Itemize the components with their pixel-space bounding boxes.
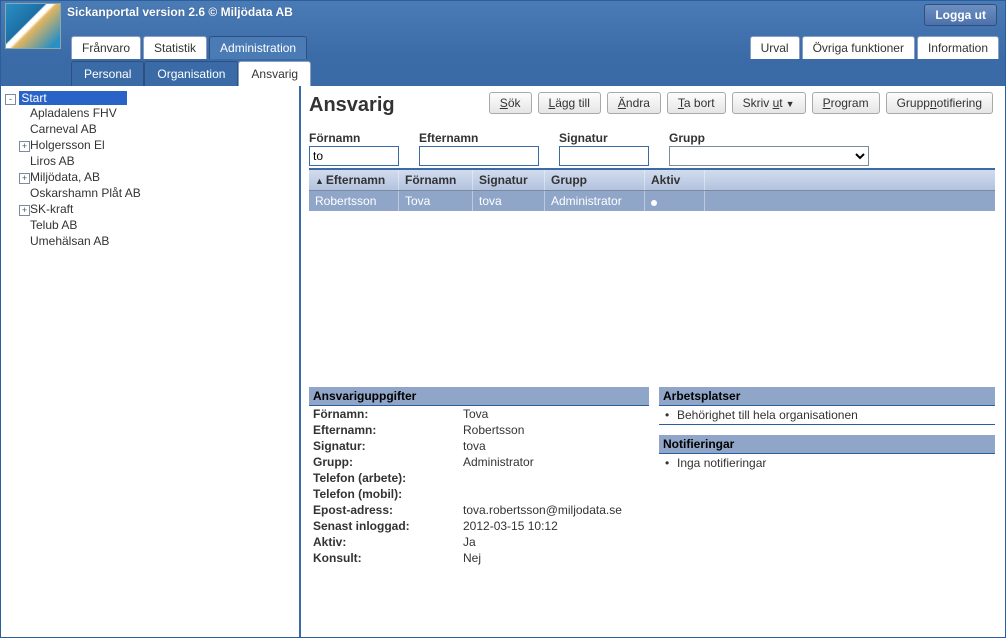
cell-aktiv — [645, 191, 705, 211]
k-signatur: Signatur: — [313, 439, 463, 453]
signatur-input[interactable] — [559, 146, 649, 166]
tree-node-holgersson[interactable]: Holgersson El — [30, 138, 109, 152]
subtab-personal[interactable]: Personal — [71, 61, 144, 86]
grid-header: ▲Efternamn Förnamn Signatur Grupp Aktiv — [309, 170, 995, 191]
fornamn-input[interactable] — [309, 146, 399, 166]
v-tel-mobil — [463, 487, 645, 501]
grupp-label: Grupp — [669, 131, 869, 145]
gruppnotifiering-button[interactable]: Gruppnotifiering — [886, 92, 993, 114]
sort-asc-icon: ▲ — [315, 176, 324, 186]
efternamn-input[interactable] — [419, 146, 539, 166]
signatur-label: Signatur — [559, 131, 649, 145]
top-tabs-left: Frånvaro Statistik Administration — [71, 36, 307, 59]
v-grupp: Administrator — [463, 455, 645, 469]
k-konsult: Konsult: — [313, 551, 463, 565]
k-efternamn: Efternamn: — [313, 423, 463, 437]
tree-node-liros[interactable]: Liros AB — [30, 154, 79, 168]
andra-button[interactable]: Ändra — [607, 92, 661, 114]
col-efternamn[interactable]: ▲Efternamn — [309, 170, 399, 190]
tree-node-carneval[interactable]: Carneval AB — [30, 122, 101, 136]
col-signatur[interactable]: Signatur — [473, 170, 545, 190]
cell-efternamn: Robertsson — [309, 191, 399, 211]
logout-button[interactable]: Logga ut — [924, 4, 997, 26]
filter-row: Förnamn Efternamn Signatur Grupp — [309, 131, 995, 170]
col-grupp[interactable]: Grupp — [545, 170, 645, 190]
col-fornamn[interactable]: Förnamn — [399, 170, 473, 190]
efternamn-label: Efternamn — [419, 131, 539, 145]
tree-expander-miljodata[interactable]: + — [19, 173, 30, 184]
cell-fornamn: Tova — [399, 191, 473, 211]
tab-urval[interactable]: Urval — [750, 36, 800, 59]
skriv-ut-button[interactable]: Skriv ut▼ — [732, 92, 806, 114]
fornamn-label: Förnamn — [309, 131, 399, 145]
tree-node-apladalens[interactable]: Apladalens FHV — [30, 106, 121, 120]
tree-node-oskarshamn[interactable]: Oskarshamn Plåt AB — [30, 186, 145, 200]
subtab-organisation[interactable]: Organisation — [144, 61, 238, 86]
tab-information[interactable]: Information — [917, 36, 999, 59]
app-title: Sickanportal version 2.6 © Miljödata AB — [67, 1, 293, 19]
grid-body: Robertsson Tova tova Administrator — [309, 191, 995, 381]
k-epost: Epost-adress: — [313, 503, 463, 517]
ta-bort-button[interactable]: Ta bort — [667, 92, 726, 114]
tree-expander-start[interactable]: - — [5, 94, 16, 105]
arbetsplatser-item: Behörighet till hela organisationen — [659, 406, 995, 425]
table-row[interactable]: Robertsson Tova tova Administrator — [309, 191, 995, 211]
k-grupp: Grupp: — [313, 455, 463, 469]
v-epost: tova.robertsson@miljodata.se — [463, 503, 645, 517]
k-senast: Senast inloggad: — [313, 519, 463, 533]
k-aktiv: Aktiv: — [313, 535, 463, 549]
tree-node-skkraft[interactable]: SK-kraft — [30, 202, 77, 216]
cell-grupp: Administrator — [545, 191, 645, 211]
v-efternamn: Robertsson — [463, 423, 645, 437]
v-konsult: Nej — [463, 551, 645, 565]
toolbar: Sök Lägg till Ändra Ta bort Skriv ut▼ Pr… — [489, 92, 993, 114]
v-aktiv: Ja — [463, 535, 645, 549]
subtab-ansvarig[interactable]: Ansvarig — [238, 61, 311, 86]
tree-node-umehalsan[interactable]: Umehälsan AB — [30, 234, 113, 248]
tab-administration[interactable]: Administration — [209, 36, 307, 59]
top-tabs-right: Urval Övriga funktioner Information — [750, 36, 999, 59]
sok-button[interactable]: Sök — [489, 92, 532, 114]
tree-expander-holgersson[interactable]: + — [19, 141, 30, 152]
ansvariguppgifter-heading: Ansvariguppgifter — [309, 387, 649, 406]
k-tel-arbete: Telefon (arbete): — [313, 471, 463, 485]
active-dot-icon — [651, 200, 657, 206]
notifieringar-heading: Notifieringar — [659, 435, 995, 454]
k-fornamn: Förnamn: — [313, 407, 463, 421]
program-button[interactable]: Program — [812, 92, 880, 114]
v-tel-arbete — [463, 471, 645, 485]
arbetsplatser-heading: Arbetsplatser — [659, 387, 995, 406]
grupp-select[interactable] — [669, 146, 869, 166]
org-tree: - Start Apladalens FHV Carneval AB +Holg… — [1, 86, 301, 637]
notifieringar-item: Inga notifieringar — [659, 454, 995, 472]
tree-expander-skkraft[interactable]: + — [19, 205, 30, 216]
sub-tabs: Personal Organisation Ansvarig — [71, 61, 311, 86]
cell-signatur: tova — [473, 191, 545, 211]
k-tel-mobil: Telefon (mobil): — [313, 487, 463, 501]
v-fornamn: Tova — [463, 407, 645, 421]
tree-node-miljodata[interactable]: Miljödata, AB — [30, 170, 104, 184]
tree-node-start[interactable]: Start — [19, 91, 126, 105]
tab-statistik[interactable]: Statistik — [143, 36, 207, 59]
col-aktiv[interactable]: Aktiv — [645, 170, 705, 190]
v-senast: 2012-03-15 10:12 — [463, 519, 645, 533]
tab-franvaro[interactable]: Frånvaro — [71, 36, 141, 59]
tab-ovriga-funktioner[interactable]: Övriga funktioner — [802, 36, 915, 59]
tree-node-telub[interactable]: Telub AB — [30, 218, 81, 232]
app-logo — [5, 3, 61, 49]
caret-down-icon: ▼ — [786, 99, 795, 109]
lagg-till-button[interactable]: Lägg till — [538, 92, 601, 114]
v-signatur: tova — [463, 439, 645, 453]
